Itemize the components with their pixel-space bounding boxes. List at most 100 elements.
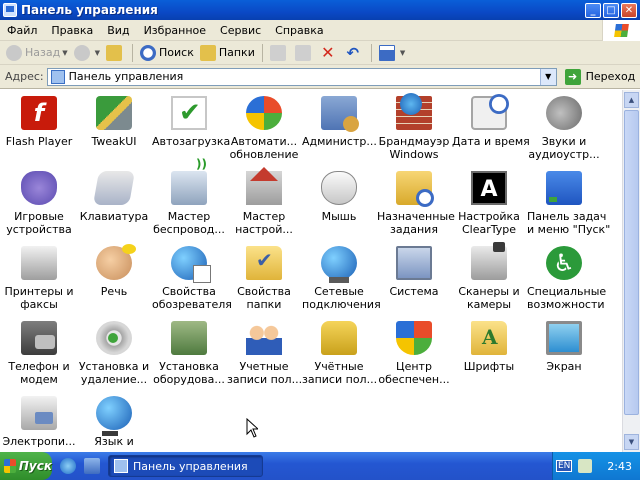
item-system[interactable]: Система	[377, 242, 451, 314]
address-bar: Адрес: Панель управления ▼ ➜ Переход	[0, 65, 640, 89]
system-tray: EN 2:43	[552, 452, 640, 480]
item-automatic-update[interactable]: Автомати... обновление	[227, 92, 301, 164]
menu-view[interactable]: Вид	[100, 24, 136, 37]
item-user-accounts-2[interactable]: Учётные записи пол...	[302, 317, 378, 389]
forward-button[interactable]: ▼	[71, 42, 103, 64]
start-button[interactable]: Пуск	[0, 452, 52, 480]
item-label: Свойства	[162, 285, 216, 298]
item-power-options[interactable]: Электропи...	[2, 392, 76, 452]
accessibility-icon: ♿	[546, 246, 582, 280]
item-sounds[interactable]: Звуки и аудиоустр...	[527, 92, 601, 164]
scroll-down-button[interactable]: ▼	[624, 434, 639, 450]
menu-favorites[interactable]: Избранное	[137, 24, 213, 37]
item-network-connections[interactable]: Сетевые подключения	[302, 242, 381, 314]
item-label: Учетные	[239, 360, 289, 373]
item-security-center[interactable]: Центр обеспечен...	[377, 317, 451, 389]
address-value: Панель управления	[68, 70, 184, 83]
internet-explorer-icon[interactable]	[60, 458, 76, 474]
show-desktop-icon[interactable]	[84, 458, 100, 474]
item-label-2: записи пол...	[302, 373, 378, 386]
item-label-2: факсы	[20, 298, 58, 311]
views-button[interactable]: ▼	[376, 42, 408, 64]
item-administrative-tools[interactable]: Администр...	[302, 92, 377, 164]
item-label-2: подключения	[302, 298, 381, 311]
go-button[interactable]: ➜ Переход	[564, 68, 635, 85]
menu-help[interactable]: Справка	[268, 24, 330, 37]
chevron-down-icon: ▼	[399, 48, 406, 57]
move-to-button[interactable]	[267, 42, 292, 64]
menu-tools[interactable]: Сервис	[213, 24, 268, 37]
item-internet-options[interactable]: Свойства обозревателя	[152, 242, 232, 314]
item-game-controllers[interactable]: Игровые устройства	[2, 167, 76, 239]
scroll-thumb[interactable]	[624, 110, 639, 415]
control-panel-icon	[3, 3, 17, 17]
item-label: Мастер	[167, 210, 211, 223]
item-firewall[interactable]: Брандмауэр Windows	[377, 92, 451, 164]
system-icon	[396, 246, 432, 280]
item-accessibility[interactable]: ♿ Специальные возможности	[527, 242, 606, 314]
item-speech[interactable]: Речь	[77, 242, 151, 314]
item-label: Игровые	[14, 210, 64, 223]
up-folder-button[interactable]	[103, 42, 128, 64]
flash-player-icon: f	[21, 96, 57, 130]
maximize-button[interactable]: □	[603, 2, 619, 18]
item-label: Электропи...	[2, 435, 76, 448]
item-network-wizard[interactable]: Мастер настрой...	[227, 167, 301, 239]
folder-options-icon	[246, 246, 282, 280]
item-regional-language[interactable]: Язык и	[77, 392, 151, 452]
item-label: Телефон и	[8, 360, 70, 373]
close-button[interactable]: ✕	[621, 2, 637, 18]
scroll-up-button[interactable]: ▲	[624, 92, 639, 108]
language-indicator[interactable]: EN	[556, 460, 573, 472]
item-taskbar-start-menu[interactable]: Панель задач и меню "Пуск"	[527, 167, 610, 239]
undo-icon: ↶	[346, 43, 360, 62]
tray-app-icon[interactable]	[578, 459, 593, 473]
item-label: Панель задач	[527, 210, 607, 223]
item-label: Экран	[546, 360, 582, 373]
item-display[interactable]: Экран	[527, 317, 601, 389]
item-fonts[interactable]: Шрифты	[452, 317, 526, 389]
menu-edit[interactable]: Правка	[44, 24, 100, 37]
item-cleartype[interactable]: A Настройка ClearType	[452, 167, 526, 239]
taskbar-button-control-panel[interactable]: Панель управления	[108, 455, 263, 477]
item-user-accounts[interactable]: Учетные записи пол...	[227, 317, 302, 389]
copy-to-icon	[294, 44, 311, 61]
taskbar: Пуск Панель управления EN 2:43	[0, 452, 640, 480]
item-wireless-wizard[interactable]: Мастер беспровод...	[152, 157, 226, 239]
item-date-time[interactable]: Дата и время	[452, 92, 530, 164]
keyboard-icon	[93, 171, 135, 205]
search-button[interactable]: Поиск	[137, 42, 197, 64]
address-label: Адрес:	[5, 70, 44, 83]
delete-button[interactable]: ✕	[317, 42, 342, 64]
address-dropdown-button[interactable]: ▼	[539, 68, 556, 85]
item-startup[interactable]: Автозагрузка	[152, 92, 230, 164]
up-folder-icon	[106, 44, 122, 61]
item-label: Центр	[396, 360, 432, 373]
item-keyboard[interactable]: Клавиатура	[77, 167, 151, 239]
item-scheduled-tasks[interactable]: Назначенные задания	[377, 167, 455, 239]
title-bar: Панель управления _ □ ✕	[0, 0, 640, 20]
back-button[interactable]: Назад ▼	[3, 42, 71, 64]
item-label: Установка и	[78, 360, 150, 373]
item-phone-modem[interactable]: Телефон и модем	[2, 317, 76, 389]
item-label: Речь	[100, 285, 128, 298]
vertical-scrollbar[interactable]: ▲ ▼	[622, 90, 640, 452]
minimize-button[interactable]: _	[585, 2, 601, 18]
item-mouse[interactable]: Мышь	[302, 167, 376, 239]
tweakui-icon	[96, 96, 132, 130]
copy-to-button[interactable]	[292, 42, 317, 64]
item-label-2: задания	[390, 223, 438, 236]
item-tweakui[interactable]: TweakUI	[77, 92, 151, 164]
item-add-remove-programs[interactable]: Установка и удаление...	[77, 317, 151, 389]
folders-button[interactable]: Папки	[197, 42, 258, 64]
item-folder-options[interactable]: Свойства папки	[227, 242, 301, 314]
menu-file[interactable]: Файл	[0, 24, 44, 37]
address-input[interactable]: Панель управления ▼	[46, 67, 557, 86]
automatic-update-icon	[246, 96, 282, 130]
toolbar-separator	[132, 43, 133, 62]
item-flash-player[interactable]: f Flash Player	[2, 92, 76, 164]
item-add-hardware[interactable]: Установка оборудова...	[152, 317, 226, 389]
item-printers-faxes[interactable]: Принтеры и факсы	[2, 242, 76, 314]
undo-button[interactable]: ↶	[342, 42, 367, 64]
item-scanners-cameras[interactable]: Сканеры и камеры	[452, 242, 526, 314]
